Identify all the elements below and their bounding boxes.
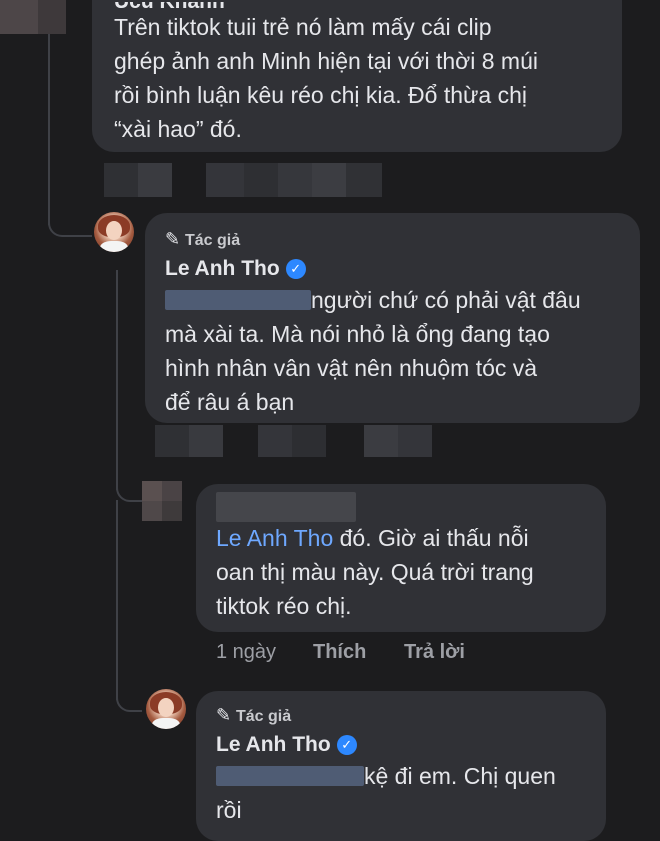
blur-block bbox=[258, 425, 292, 457]
blur-block bbox=[244, 163, 278, 197]
verified-badge-icon: ✓ bbox=[285, 259, 306, 279]
reply-text: người chứ có phải vật đâu mà xài ta. Mà … bbox=[165, 283, 635, 419]
reply-bubble-1: ✎ Tác giả Le Anh Tho ✓ người chứ có phải v… bbox=[145, 213, 640, 423]
reply-line-4: để râu á bạn bbox=[165, 389, 295, 415]
blur-block bbox=[155, 425, 189, 457]
comment-line-2: ghép ảnh anh Minh hiện tại với thời 8 mú… bbox=[114, 48, 538, 74]
reply-line-2: rồi bbox=[216, 797, 242, 823]
pen-icon: ✎ bbox=[216, 705, 232, 725]
avatar-pixel-block bbox=[38, 0, 66, 34]
reply-text: Le Anh Tho đó. Giờ ai thấu nỗi oan thị m… bbox=[216, 521, 601, 623]
thread-connector-2 bbox=[116, 470, 142, 502]
author-badge-label: Tác giả bbox=[236, 708, 292, 725]
blur-block bbox=[364, 425, 398, 457]
reply-author-name[interactable]: Le Anh Tho ✓ bbox=[165, 257, 306, 281]
thread-connector-1 bbox=[48, 195, 92, 237]
author-badge: ✎ Tác giả bbox=[216, 705, 291, 726]
like-button[interactable]: Thích bbox=[313, 641, 366, 664]
avatar-pixel-block bbox=[162, 481, 182, 501]
avatar-pixelated[interactable] bbox=[0, 0, 38, 34]
pen-icon: ✎ bbox=[165, 229, 181, 249]
author-badge-label: Tác giả bbox=[185, 232, 241, 249]
blur-block bbox=[292, 425, 326, 457]
reply-line-3: hình nhân vân vật nên nhuộm tóc và bbox=[165, 355, 538, 381]
avatar-pixel-block bbox=[162, 501, 182, 521]
comment-text: Trên tiktok tuii trẻ nó làm mấy cái clip… bbox=[114, 10, 614, 146]
avatar-le-anh-tho-2[interactable] bbox=[146, 689, 186, 729]
blur-block bbox=[138, 163, 172, 197]
blur-block bbox=[189, 425, 223, 457]
thread-line-nested bbox=[116, 270, 118, 490]
reply-line-3: tiktok réo chị. bbox=[216, 593, 352, 619]
reply-line-1: người chứ có phải vật đâu bbox=[165, 283, 635, 317]
reply-time[interactable]: 1 ngày bbox=[216, 641, 276, 664]
blur-block bbox=[346, 163, 382, 197]
reply-line-1: kệ đi em. Chị quen bbox=[216, 759, 601, 793]
blur-block bbox=[398, 425, 432, 457]
reply-author-name[interactable]: Le Anh Tho ✓ bbox=[216, 733, 357, 757]
blur-block bbox=[278, 163, 312, 197]
reply-line-2: mà xài ta. Mà nói nhỏ là ổng đang tạo bbox=[165, 321, 550, 347]
author-name-text[interactable]: Le Anh Tho bbox=[165, 257, 280, 280]
blurred-author-name[interactable] bbox=[216, 492, 356, 522]
author-name-text[interactable]: Le Anh Tho bbox=[216, 733, 331, 756]
avatar-pixel-block bbox=[142, 501, 162, 521]
blur-block bbox=[104, 163, 138, 197]
reply-text: kệ đi em. Chị quen rồi bbox=[216, 759, 601, 827]
thread-line-nested-2 bbox=[116, 500, 118, 700]
mention-link[interactable]: Le Anh Tho bbox=[216, 525, 333, 551]
verified-badge-icon: ✓ bbox=[336, 735, 357, 755]
reply-bubble-3: ✎ Tác giả Le Anh Tho ✓ kệ đi em. Chị quen … bbox=[196, 691, 606, 841]
blurred-mention bbox=[165, 290, 311, 310]
avatar-pixelated-2[interactable] bbox=[142, 481, 162, 501]
comment-bubble-top: Ucu Khanh Trên tiktok tuii trẻ nó làm mấ… bbox=[92, 0, 622, 152]
blur-block bbox=[206, 163, 244, 197]
comment-line-1: Trên tiktok tuii trẻ nó làm mấy cái clip bbox=[114, 14, 492, 40]
blurred-mention bbox=[216, 766, 364, 786]
comment-line-3: rồi bình luận kêu réo chị kia. Đổ thừa c… bbox=[114, 82, 528, 108]
thread-connector-3 bbox=[116, 680, 142, 712]
avatar-le-anh-tho[interactable] bbox=[94, 212, 134, 252]
reply-line-1: Le Anh Tho đó. Giờ ai thấu nỗi bbox=[216, 525, 529, 551]
reply-bubble-2: Le Anh Tho đó. Giờ ai thấu nỗi oan thị m… bbox=[196, 484, 606, 632]
reply-line-2: oan thị màu này. Quá trời trang bbox=[216, 559, 534, 585]
author-badge: ✎ Tác giả bbox=[165, 229, 240, 250]
comment-line-4: “xài hao” đó. bbox=[114, 116, 242, 142]
blur-block bbox=[312, 163, 346, 197]
reply-button[interactable]: Trả lời bbox=[404, 641, 465, 664]
